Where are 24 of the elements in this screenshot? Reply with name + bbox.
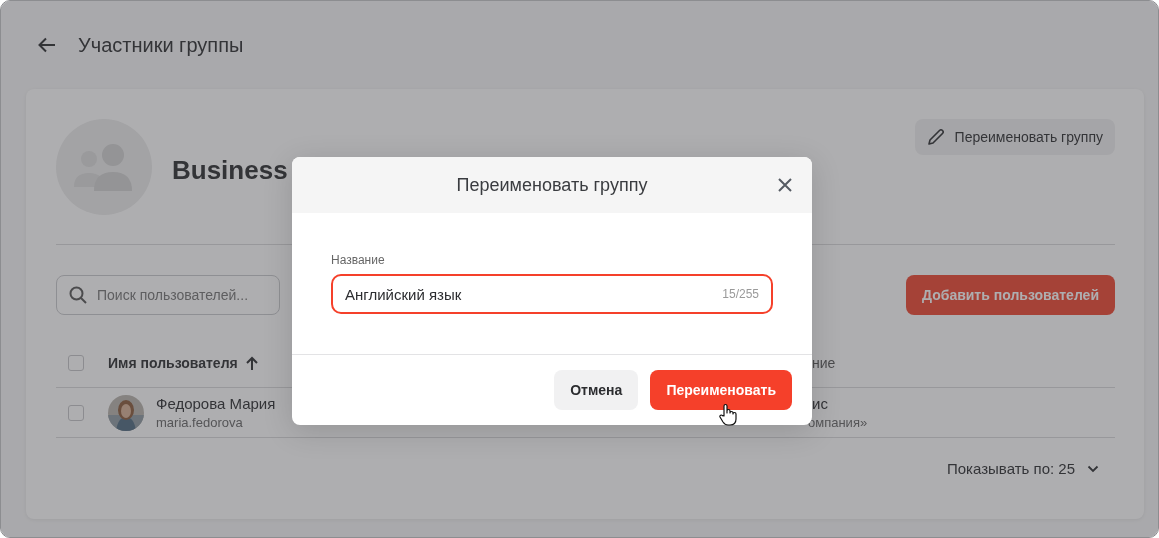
table-cell: омпания» <box>808 415 868 430</box>
dialog-title: Переименовать группу <box>456 174 648 196</box>
rename-button[interactable]: Переименовать <box>650 370 792 410</box>
select-all-checkbox[interactable] <box>68 355 84 371</box>
pencil-icon <box>926 128 945 146</box>
page-title: Участники группы <box>78 33 244 57</box>
cancel-button[interactable]: Отмена <box>554 370 639 410</box>
group-name: Business <box>172 155 288 186</box>
user-name: Федорова Мария <box>156 395 276 412</box>
search-field[interactable]: Поиск пользователей... <box>56 275 280 315</box>
character-counter: 15/255 <box>722 287 759 301</box>
column-header[interactable]: Имя пользователя <box>108 355 258 371</box>
chevron-down-icon <box>1087 464 1099 473</box>
page-size-select[interactable]: Показывать по: 25 <box>947 460 1099 477</box>
column-header: ние <box>812 355 837 371</box>
back-arrow-icon[interactable] <box>38 37 56 53</box>
field-label: Название <box>331 253 385 267</box>
row-checkbox[interactable] <box>68 404 84 421</box>
table-cell: ис <box>812 395 828 412</box>
close-icon[interactable] <box>778 178 792 192</box>
search-icon <box>69 286 87 304</box>
user-login: maria.fedorova <box>156 415 243 430</box>
rename-group-button[interactable]: Переименовать группу <box>914 119 1115 155</box>
group-avatar-icon <box>56 119 152 215</box>
